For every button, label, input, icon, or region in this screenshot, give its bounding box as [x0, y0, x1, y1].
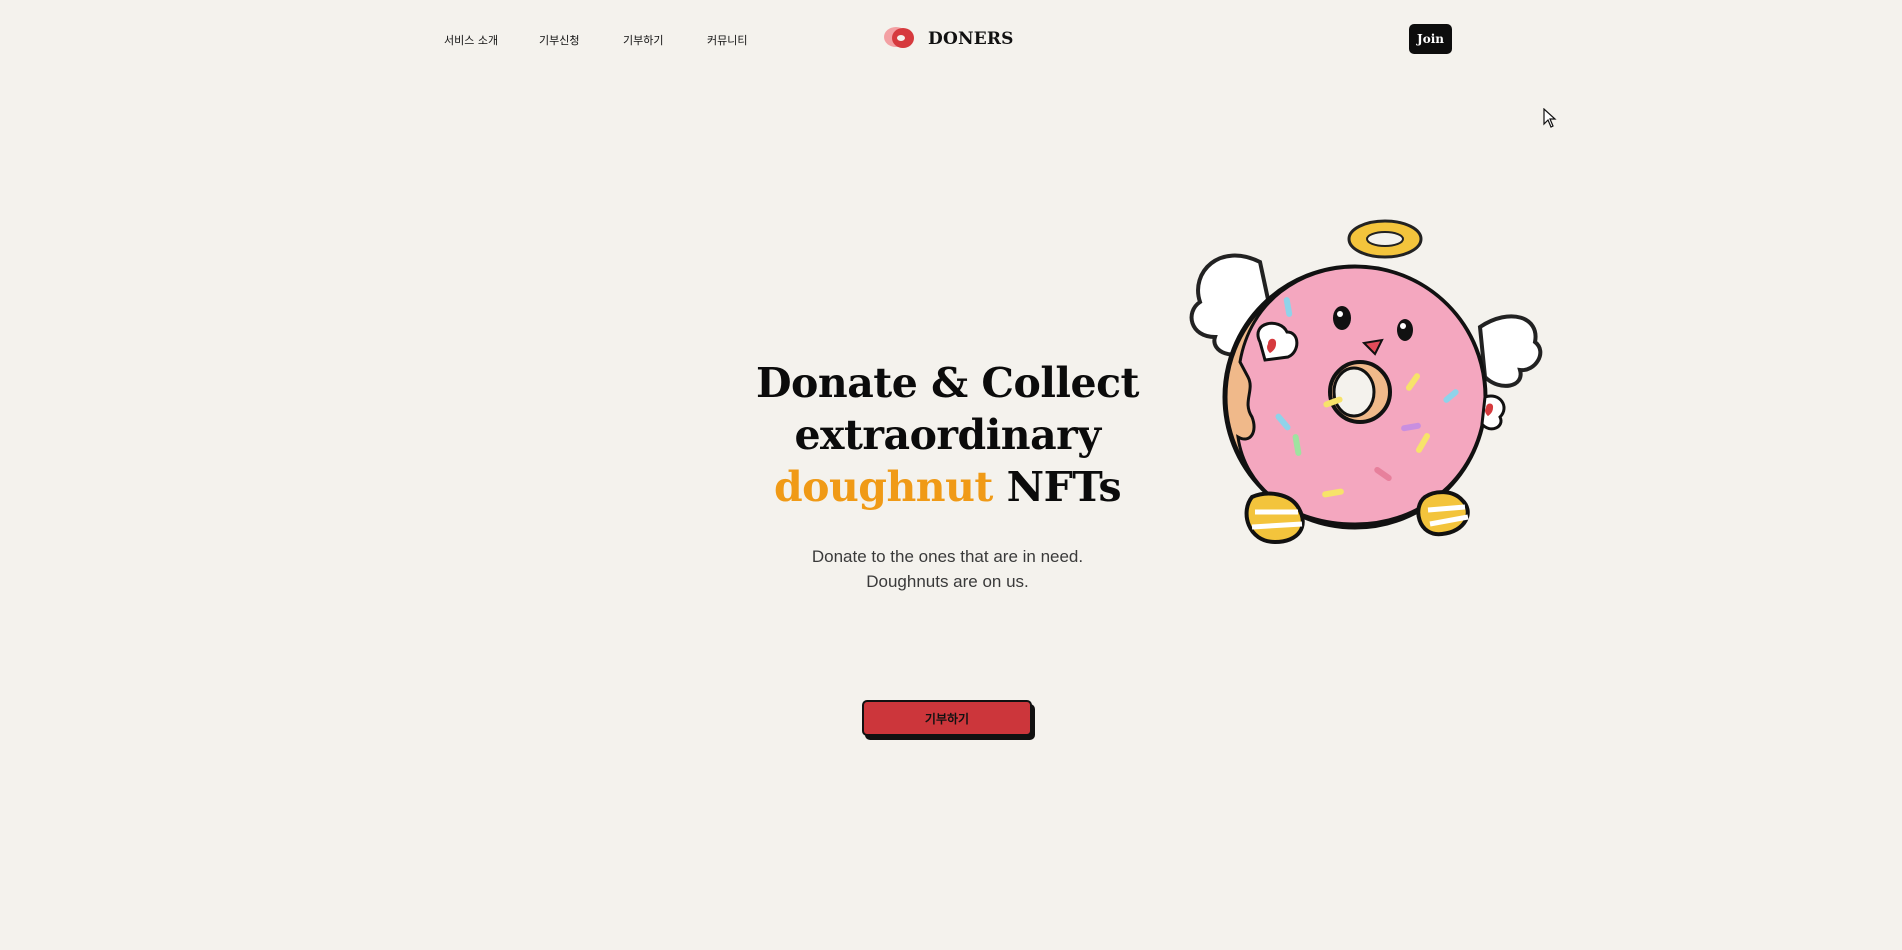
hero-subtitle: Donate to the ones that are in need. Dou… — [700, 544, 1195, 594]
donate-cta-button[interactable]: 기부하기 — [862, 700, 1032, 736]
join-button[interactable]: Join — [1409, 24, 1452, 54]
hero-title-accent: doughnut — [773, 463, 993, 511]
hero-subtitle-line-2: Doughnuts are on us. — [866, 572, 1029, 591]
hero-title-line-2: extraordinary — [794, 411, 1101, 459]
logo[interactable]: DONERS — [882, 24, 1014, 54]
hero-title-line-1: Donate & Collect — [756, 359, 1139, 407]
angel-doughnut-mascot — [1180, 212, 1550, 572]
nav-item-donate[interactable]: 기부하기 — [623, 32, 663, 48]
doughnut-logo-icon — [882, 24, 918, 54]
nav-item-donation-request[interactable]: 기부신청 — [539, 32, 579, 48]
logo-wordmark: DONERS — [928, 29, 1014, 49]
hero-subtitle-line-1: Donate to the ones that are in need. — [811, 547, 1084, 566]
hero-title-line-3: doughnut NFTs — [700, 461, 1195, 513]
nav-item-service-intro[interactable]: 서비스 소개 — [444, 32, 498, 48]
hero-title-nfts: NFTs — [1006, 463, 1122, 511]
nav-item-community[interactable]: 커뮤니티 — [707, 32, 747, 48]
mouse-cursor-icon — [1543, 107, 1557, 132]
hero-title: Donate & Collect extraordinary doughnut … — [700, 357, 1195, 513]
